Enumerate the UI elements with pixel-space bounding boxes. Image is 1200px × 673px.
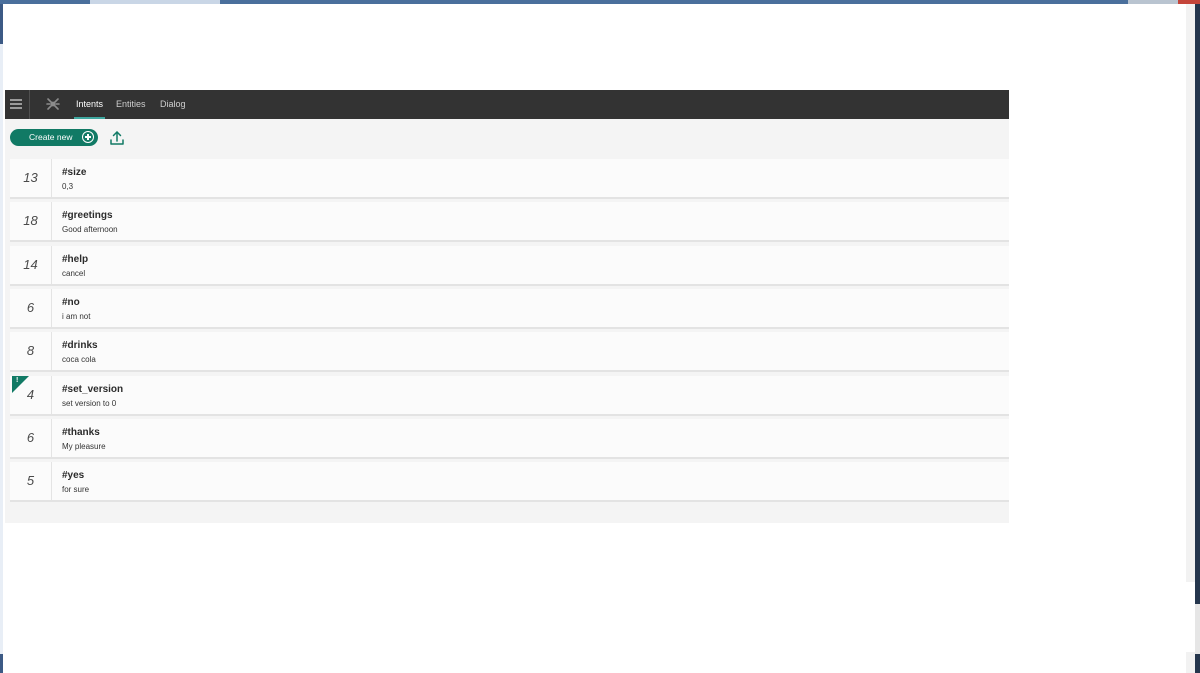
intent-row[interactable]: 14 #help cancel bbox=[10, 246, 1009, 286]
intent-name: #help bbox=[62, 254, 89, 265]
conflict-flag-mark: ! bbox=[16, 377, 19, 384]
intent-name: #thanks bbox=[62, 427, 100, 438]
top-nav-bar: Intents Entities Dialog bbox=[5, 90, 1009, 119]
intent-example: Good afternoon bbox=[62, 225, 118, 234]
intent-example: My pleasure bbox=[62, 442, 106, 451]
nav-divider bbox=[29, 90, 30, 119]
intent-name: #set_version bbox=[62, 384, 124, 395]
window-right-edge bbox=[1186, 4, 1200, 673]
intent-row[interactable]: 6 #no i am not bbox=[10, 289, 1009, 329]
intent-name: #yes bbox=[62, 470, 85, 481]
tab-intents[interactable]: Intents bbox=[73, 90, 106, 119]
intent-example-count: 5 bbox=[10, 462, 52, 500]
tab-dialog[interactable]: Dialog bbox=[160, 90, 186, 119]
intent-example: coca cola bbox=[62, 355, 96, 364]
create-new-label: Create new bbox=[29, 132, 73, 142]
intent-example: i am not bbox=[62, 312, 91, 321]
hamburger-icon[interactable] bbox=[5, 90, 29, 119]
intent-name: #drinks bbox=[62, 340, 98, 351]
intent-example: 0,3 bbox=[62, 182, 74, 191]
intent-example-count: 13 bbox=[10, 159, 52, 197]
tab-entities[interactable]: Entities bbox=[116, 90, 146, 119]
intent-row[interactable]: 13 #size 0,3 bbox=[10, 159, 1009, 199]
intent-example-count: 14 bbox=[10, 246, 52, 284]
intent-row[interactable]: 18 #greetings Good afternoon bbox=[10, 202, 1009, 242]
intent-row[interactable]: 8 #drinks coca cola bbox=[10, 332, 1009, 372]
intent-example-count: 18 bbox=[10, 202, 52, 240]
window-left-edge bbox=[0, 4, 3, 673]
intent-row[interactable]: 6 #thanks My pleasure bbox=[10, 419, 1009, 459]
intent-name: #no bbox=[62, 297, 80, 308]
window-tab-highlight bbox=[90, 0, 220, 4]
plus-circle-icon bbox=[82, 131, 94, 143]
intent-example: cancel bbox=[62, 269, 86, 278]
intent-example: for sure bbox=[62, 485, 90, 494]
conflict-flag-icon bbox=[12, 376, 29, 393]
app-frame: Intents Entities Dialog Create new 13 #si… bbox=[5, 90, 1009, 523]
intent-name: #size bbox=[62, 167, 87, 178]
watson-logo-icon[interactable] bbox=[45, 96, 61, 112]
intent-row[interactable]: 4! #set_version set version to 0 bbox=[10, 376, 1009, 416]
intent-example: set version to 0 bbox=[62, 399, 117, 408]
intent-row[interactable]: 5 #yes for sure bbox=[10, 462, 1009, 502]
upload-icon[interactable] bbox=[109, 130, 125, 146]
intent-name: #greetings bbox=[62, 210, 113, 221]
intent-example-count: 6 bbox=[10, 419, 52, 457]
intent-example-count: 8 bbox=[10, 332, 52, 370]
intent-example-count: 6 bbox=[10, 289, 52, 327]
window-top-strip bbox=[0, 0, 1200, 4]
create-new-button[interactable]: Create new bbox=[10, 129, 98, 146]
